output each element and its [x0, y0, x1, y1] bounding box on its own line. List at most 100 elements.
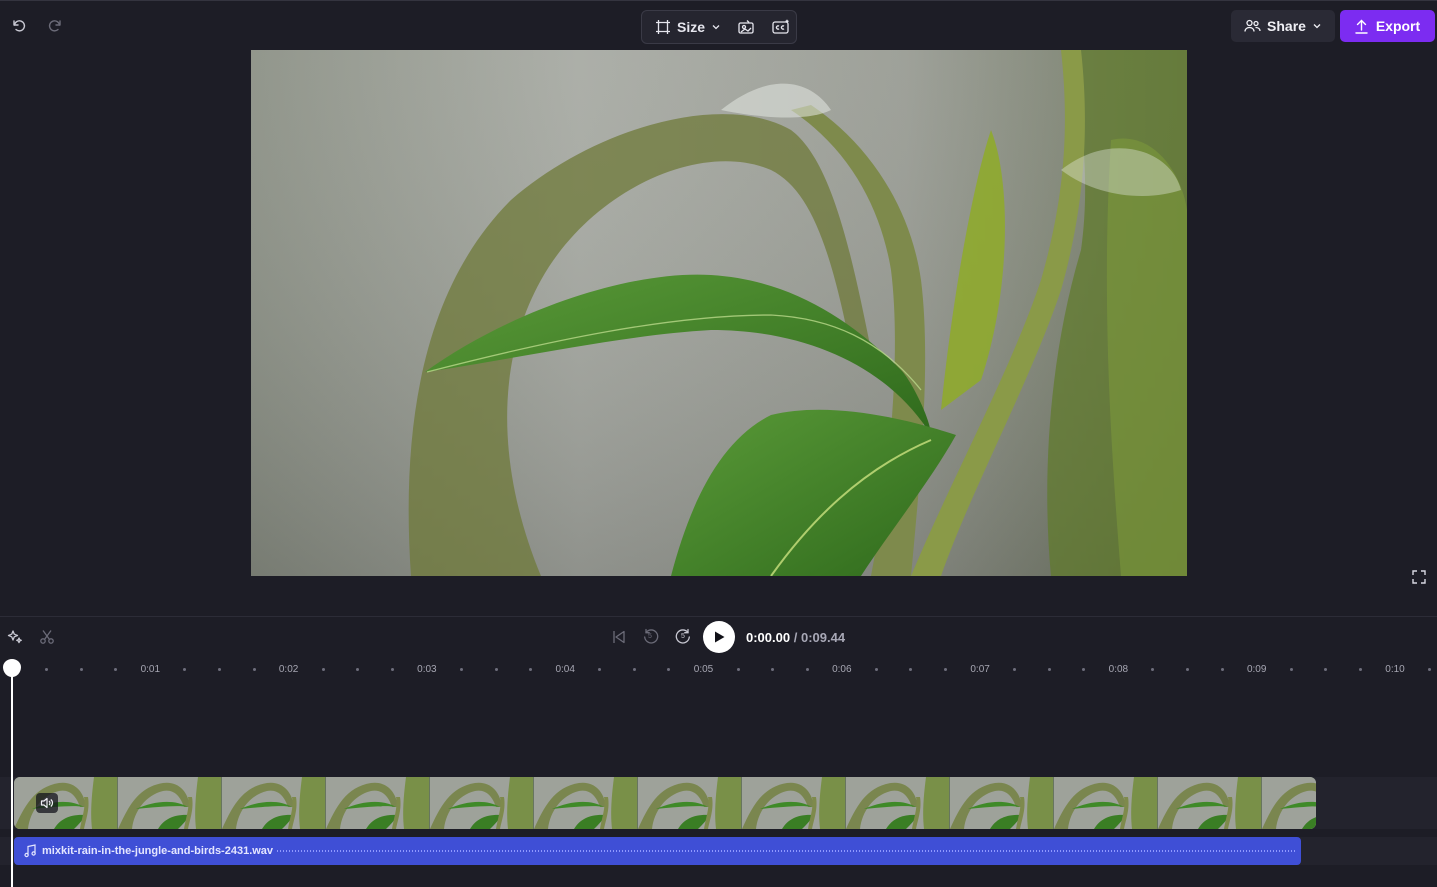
ruler-tick	[1151, 668, 1155, 671]
upload-icon	[1355, 19, 1368, 34]
preview-toolbar: Size	[641, 10, 797, 44]
clip-thumbnail	[846, 777, 950, 829]
video-clip[interactable]	[14, 777, 1316, 829]
split-button[interactable]	[37, 627, 57, 647]
rewind-seconds: 5	[648, 633, 652, 640]
chevron-down-icon	[1313, 24, 1321, 29]
skip-to-start-icon	[613, 630, 625, 644]
play-icon	[715, 631, 725, 643]
clip-thumbnail	[534, 777, 638, 829]
magic-button[interactable]	[5, 627, 25, 647]
captions-icon	[772, 19, 789, 34]
ruler-tick	[79, 668, 83, 671]
undo-icon	[13, 20, 26, 32]
ruler-tick	[874, 668, 878, 671]
rewind-button[interactable]: 5	[640, 626, 662, 648]
scissors-icon	[40, 630, 54, 644]
ruler-tick	[771, 668, 775, 671]
ruler-label: 0:06	[832, 664, 852, 675]
time-readout: 0:00.00 / 0:09.44	[746, 630, 845, 645]
undo-button[interactable]	[8, 14, 30, 36]
ruler-label: 0:03	[417, 664, 437, 675]
audio-waveform	[277, 850, 1295, 852]
clip-thumbnail	[118, 777, 222, 829]
clip-thumbnail	[14, 777, 118, 829]
fullscreen-button[interactable]	[1408, 566, 1430, 588]
ruler-tick	[1220, 668, 1224, 671]
fill-background-icon	[738, 20, 754, 34]
chevron-down-icon	[712, 25, 720, 30]
ruler-tick	[321, 668, 325, 671]
audio-clip[interactable]: mixkit-rain-in-the-jungle-and-birds-2431…	[14, 837, 1301, 865]
clip-thumbnail	[430, 777, 534, 829]
export-button[interactable]: Export	[1340, 10, 1435, 42]
ruler-tick	[632, 668, 636, 671]
size-button[interactable]: Size	[642, 11, 721, 43]
backgrounds-button[interactable]	[737, 11, 755, 43]
share-label: Share	[1267, 18, 1306, 34]
ruler-tick	[459, 668, 463, 671]
ruler-label: 0:01	[140, 664, 161, 675]
ruler-tick	[1358, 668, 1362, 671]
ruler-tick	[494, 668, 498, 671]
ruler-tick	[944, 668, 948, 671]
ruler-tick	[529, 668, 533, 671]
clip-thumbnail	[742, 777, 846, 829]
ruler-tick	[1324, 668, 1328, 671]
people-icon	[1244, 19, 1261, 32]
clip-volume-button[interactable]	[36, 793, 58, 813]
ruler-tick	[667, 668, 671, 671]
speaker-icon	[40, 797, 54, 809]
ruler-tick	[1289, 668, 1293, 671]
time-separator: /	[793, 630, 798, 645]
playhead-line	[11, 672, 13, 887]
clip-thumbnail	[638, 777, 742, 829]
captions-button[interactable]	[771, 11, 791, 43]
ruler-label: 0:05	[693, 664, 714, 675]
ruler-tick	[1082, 668, 1086, 671]
ruler-tick	[909, 668, 913, 671]
ruler-tick	[252, 668, 256, 671]
video-preview[interactable]	[251, 50, 1187, 576]
clip-thumbnail	[326, 777, 430, 829]
ruler-label: 0:02	[278, 664, 299, 675]
ruler-label: 0:07	[970, 664, 990, 675]
sparkle-icon	[7, 630, 22, 644]
share-button[interactable]: Share	[1231, 10, 1335, 42]
skip-to-start-button[interactable]	[609, 627, 629, 647]
clip-thumbnail	[1262, 777, 1316, 829]
timeline-divider	[0, 616, 1437, 617]
fullscreen-icon	[1412, 570, 1426, 584]
duration: 0:09.44	[800, 630, 846, 645]
ruler-tick	[805, 668, 809, 671]
clip-thumbnail	[1158, 777, 1262, 829]
ruler-tick	[736, 668, 740, 671]
ruler-tick	[356, 668, 360, 671]
playhead-handle[interactable]	[3, 659, 21, 677]
ruler-tick	[183, 668, 187, 671]
clip-thumbnail	[950, 777, 1054, 829]
ruler-tick	[114, 668, 118, 671]
ruler-tick	[1013, 668, 1017, 671]
ruler-tick	[390, 668, 394, 671]
clip-thumbnail	[1054, 777, 1158, 829]
video-frame-image	[251, 50, 1187, 576]
ruler-tick	[1186, 668, 1190, 671]
forward-seconds: 5	[681, 633, 685, 640]
redo-button[interactable]	[44, 14, 66, 36]
ruler-tick	[217, 668, 221, 671]
ruler-label: 0:04	[555, 664, 575, 675]
current-time: 0:00.00	[746, 630, 791, 645]
ruler-tick	[45, 668, 49, 671]
audio-filename: mixkit-rain-in-the-jungle-and-birds-2431…	[42, 845, 274, 857]
ruler-label: 0:09	[1246, 664, 1267, 675]
forward-button[interactable]: 5	[672, 626, 694, 648]
export-label: Export	[1375, 18, 1421, 34]
resize-icon	[656, 20, 670, 34]
ruler-label: 0:08	[1108, 664, 1129, 675]
size-label: Size	[677, 19, 706, 35]
clip-thumbnail	[222, 777, 326, 829]
ruler-tick	[598, 668, 602, 671]
music-note-icon	[24, 844, 36, 858]
play-button[interactable]	[703, 621, 735, 653]
